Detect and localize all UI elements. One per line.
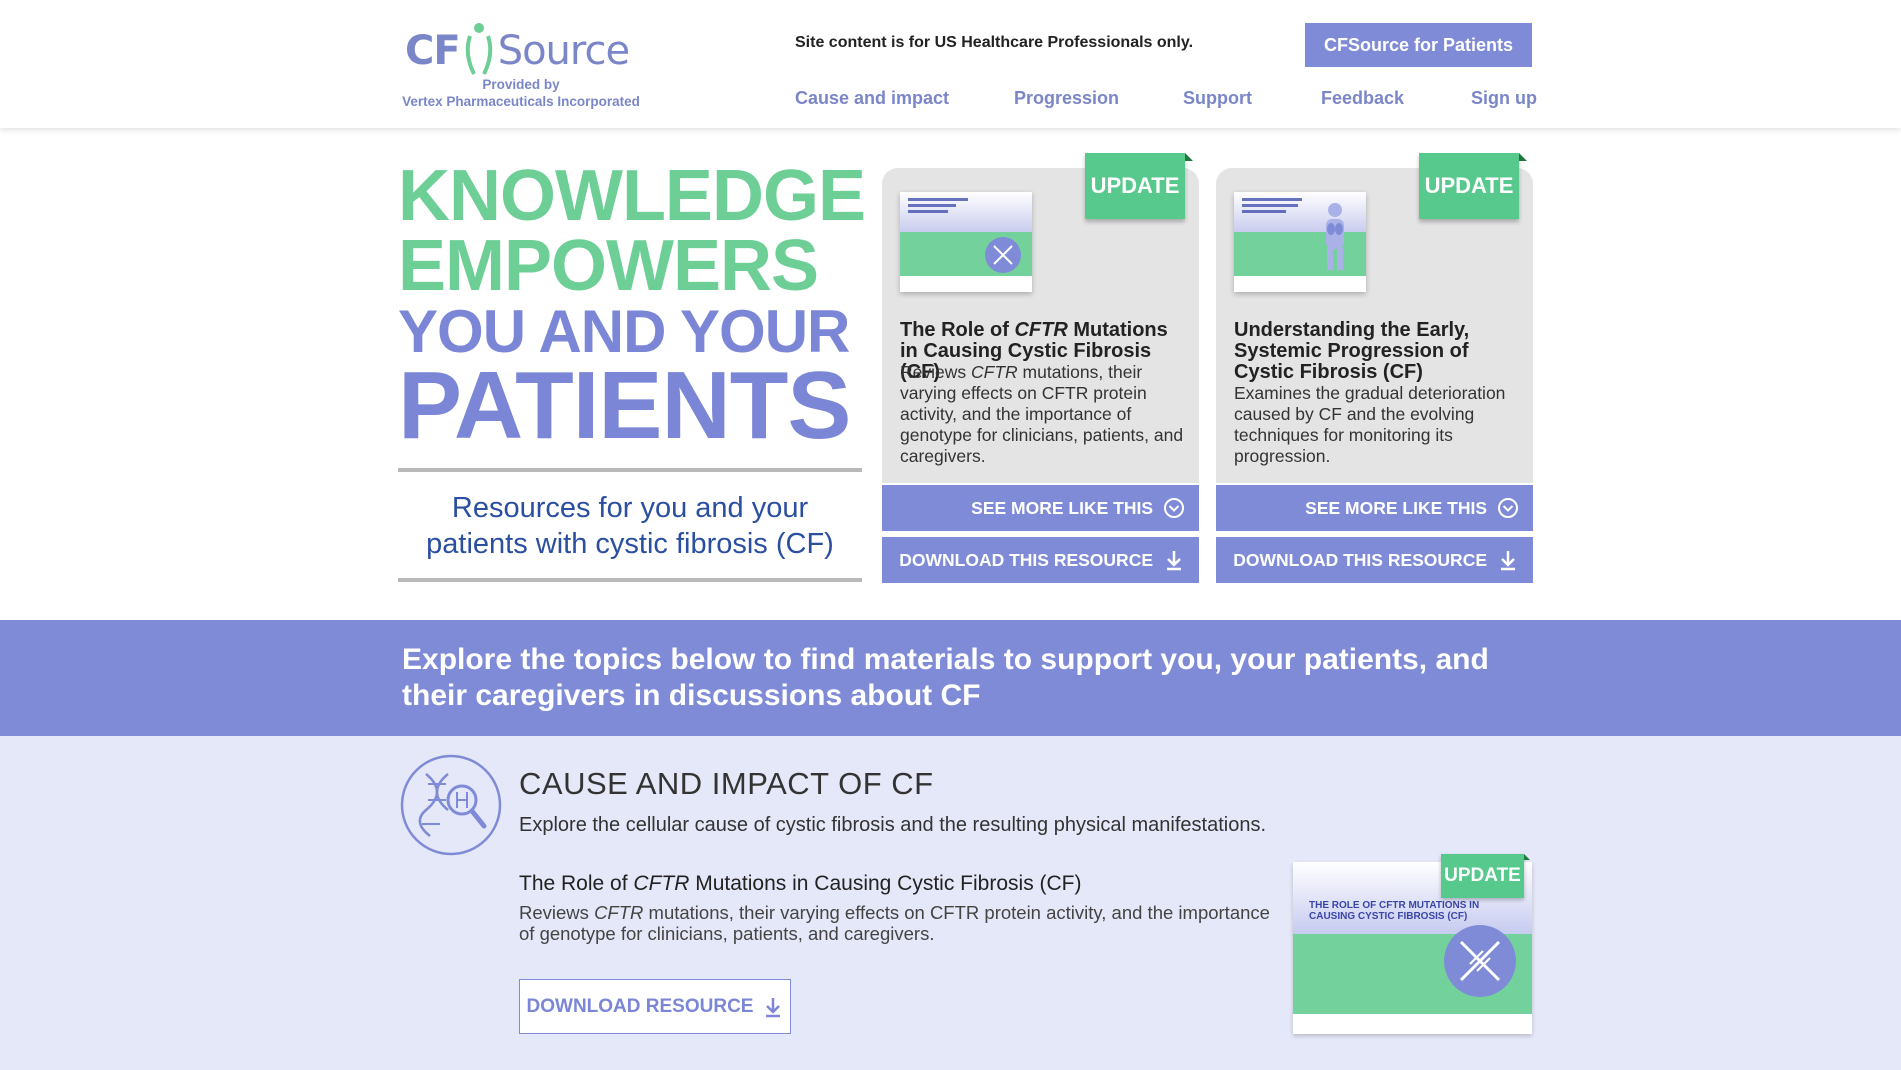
download-arrow-icon (1501, 551, 1515, 571)
update-badge: UPDATE (1441, 854, 1530, 898)
nav-feedback[interactable]: Feedback (1321, 88, 1404, 109)
site-header: CF Source Provided by Vertex Pharmaceuti… (0, 0, 1901, 128)
chevron-circle-down-icon (1164, 498, 1184, 518)
hero-divider-top (398, 468, 862, 472)
hero-line-patients: PATIENTS (398, 352, 851, 459)
explore-banner: Explore the topics below to find materia… (0, 620, 1901, 736)
resource-title[interactable]: The Role of CFTR Mutations in Causing Cy… (519, 872, 1082, 896)
update-badge: UPDATE (1085, 153, 1193, 219)
section-subtitle: Explore the cellular cause of cystic fib… (519, 814, 1267, 836)
download-arrow-icon (766, 997, 781, 1017)
see-more-like-this-button[interactable]: SEE MORE LIKE THIS (882, 485, 1199, 531)
dna-icon (1444, 925, 1516, 997)
resource-card-description: Reviews CFTR mutations, their varying ef… (900, 362, 1184, 466)
resource-thumbnail[interactable] (1234, 192, 1366, 292)
dna-magnifier-icon (400, 754, 502, 856)
thumbnail-title: THE ROLE OF CFTR MUTATIONS IN CAUSING CY… (1309, 900, 1480, 922)
download-label: DOWNLOAD THIS RESOURCE (1233, 549, 1487, 570)
nav-sign-up[interactable]: Sign up (1471, 88, 1537, 109)
nav-cause-and-impact[interactable]: Cause and impact (795, 88, 949, 109)
dna-icon (985, 237, 1021, 273)
download-this-resource-button[interactable]: DOWNLOAD THIS RESOURCE (882, 537, 1199, 583)
hcp-notice: Site content is for US Healthcare Profes… (795, 34, 1194, 51)
chevron-circle-down-icon (1498, 498, 1518, 518)
hero-divider-bottom (398, 578, 862, 582)
hero-line-knowledge: KNOWLEDGE (398, 156, 866, 236)
download-label: DOWNLOAD THIS RESOURCE (899, 549, 1153, 570)
section-title: CAUSE AND IMPACT OF CF (519, 766, 934, 801)
hero-line-empowers: EMPOWERS (398, 226, 819, 306)
resource-thumbnail[interactable] (900, 192, 1032, 292)
human-body-icon (1326, 203, 1344, 270)
resource-description: Reviews CFTR mutations, their varying ef… (519, 902, 1270, 944)
hero-subtitle: Resources for you and your patients with… (426, 492, 834, 560)
logo-cf-text: CF (405, 28, 461, 74)
nav-progression[interactable]: Progression (1014, 88, 1119, 109)
update-badge: UPDATE (1419, 153, 1527, 219)
cfsource-logo[interactable]: CF Source Provided by Vertex Pharmaceuti… (401, 14, 641, 114)
download-arrow-icon (1167, 551, 1181, 571)
cause-and-impact-section: CAUSE AND IMPACT OF CF Explore the cellu… (0, 736, 1901, 1070)
download-this-resource-button[interactable]: DOWNLOAD THIS RESOURCE (1216, 537, 1533, 583)
download-resource-button[interactable]: DOWNLOAD RESOURCE (519, 979, 791, 1034)
logo-figure-icon (465, 23, 492, 75)
logo-provider: Provided by Vertex Pharmaceuticals Incor… (401, 76, 641, 110)
resource-card-early-progression: UPDATE Understanding the Early, Systemic… (1216, 153, 1533, 483)
see-more-like-this-button[interactable]: SEE MORE LIKE THIS (1216, 485, 1533, 531)
logo-provided-by: Provided by (482, 77, 560, 92)
see-more-label: SEE MORE LIKE THIS (1305, 497, 1487, 518)
cfsource-for-patients-button[interactable]: CFSource for Patients (1305, 23, 1532, 67)
see-more-label: SEE MORE LIKE THIS (971, 497, 1153, 518)
resource-card-description: Examines the gradual deterioration cause… (1234, 383, 1506, 466)
explore-banner-text: Explore the topics below to find materia… (402, 643, 1489, 712)
resource-card-title[interactable]: Understanding the Early, Systemic Progre… (1234, 320, 1524, 383)
logo-wordmark: CF Source (405, 22, 630, 78)
download-resource-label: DOWNLOAD RESOURCE (526, 995, 754, 1017)
logo-company: Vertex Pharmaceuticals Incorporated (402, 94, 640, 109)
logo-source-text: Source (497, 28, 630, 74)
hero-headline: KNOWLEDGE EMPOWERS YOU AND YOUR PATIENTS (398, 160, 878, 454)
nav-support[interactable]: Support (1183, 88, 1252, 109)
resource-card-cftr-mutations: UPDATE The Role of CFTR Mutations in Cau… (882, 153, 1199, 483)
